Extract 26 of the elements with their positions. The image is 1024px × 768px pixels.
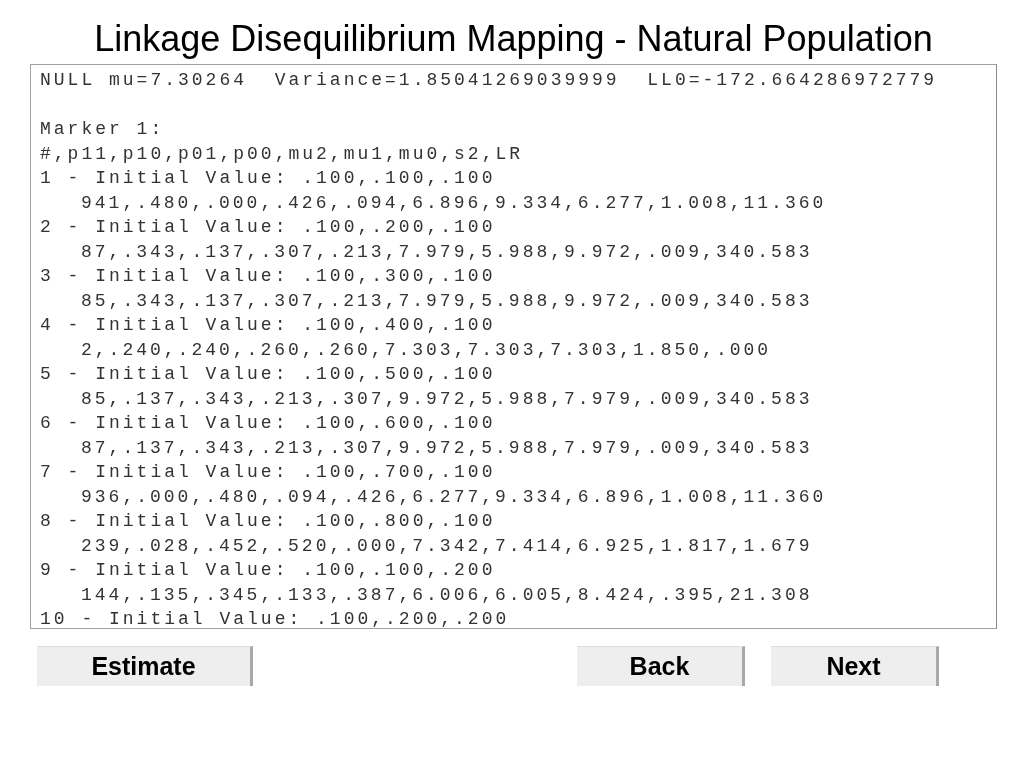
output-line: 5 - Initial Value: .100,.500,.100 [40,363,496,386]
output-line: 87,.137,.343,.213,.307,9.972,5.988,7.979,.009,340.583 [81,436,813,460]
page-title: Linkage Disequilibrium Mapping - Natural Population [93,17,934,59]
output-line: #,p11,p10,p01,p00,mu2,mu1,mu0,s2,LR [40,142,524,166]
output-line: 1 - Initial Value: .100,.100,.100 [40,167,496,190]
output-line: 144,.135,.345,.133,.387,6.006,6.005,8.424,.395,21.308 [81,583,813,607]
output-line: 2 - Initial Value: .100,.200,.100 [40,216,496,239]
output-line: 3 - Initial Value: .100,.300,.100 [40,265,496,288]
output-line: 4 - Initial Value: .100,.400,.100 [40,314,496,337]
output-line: 6 - Initial Value: .100,.600,.100 [40,412,496,435]
output-line: 85,.137,.343,.213,.307,9.972,5.988,7.979,.009,340.583 [81,387,813,411]
output-line: 85,.343,.137,.307,.213,7.979,5.988,9.972,.009,340.583 [81,289,813,313]
output-line: 936,.000,.480,.094,.426,6.277,9.334,6.896,1.008,11.360 [81,485,827,509]
output-line: 7 - Initial Value: .100,.700,.100 [40,461,496,484]
nav-button[interactable]: Next [771,646,939,686]
output-line: 239,.028,.452,.520,.000,7.342,7.414,6.925,1.817,1.679 [81,534,813,558]
output-line: 941,.480,.000,.426,.094,6.896,9.334,6.277,1.008,11.360 [81,191,827,215]
output-line: 8 - Initial Value: .100,.800,.100 [40,510,496,533]
output-line: NULL mu=7.30264 Variance=1.85041269039999 LL0=-172.664286972779 [40,69,938,92]
output-line: 9 - Initial Value: .100,.100,.200 [40,559,496,582]
output-line: 2,.240,.240,.260,.260,7.303,7.303,7.303,1.850,.000 [81,338,772,362]
nav-button[interactable]: Back [577,646,745,686]
output-line: Marker 1: [40,118,165,141]
output-line: 10 - Initial Value: .100,.200,.200 [40,608,510,628]
output-line: 87,.343,.137,.307,.213,7.979,5.988,9.972,.009,340.583 [81,240,813,264]
estimate-button[interactable]: Estimate [37,646,253,686]
